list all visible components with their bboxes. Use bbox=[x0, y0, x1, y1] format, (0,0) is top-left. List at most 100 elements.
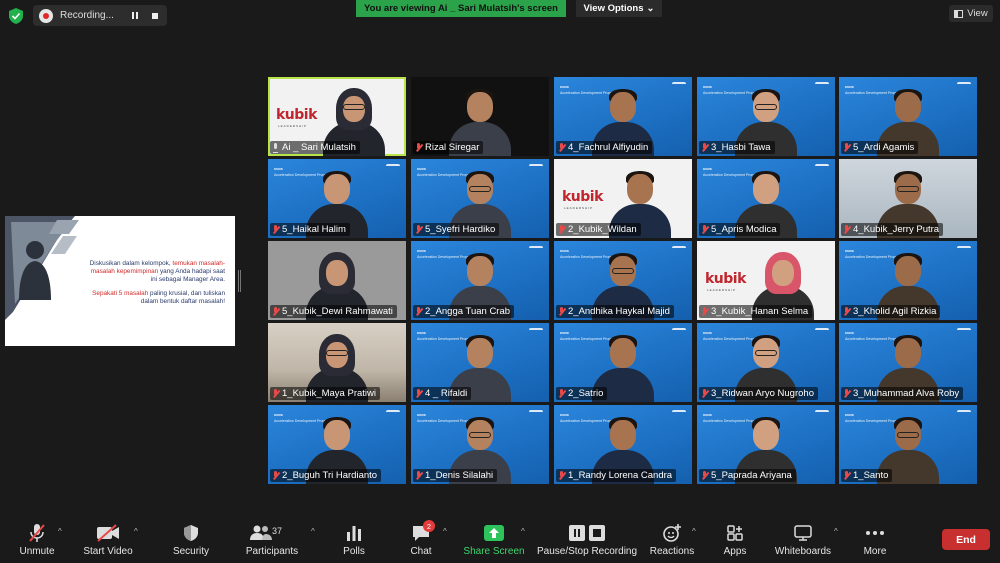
participant-name: 4_Fachrul Alfiyudin bbox=[568, 142, 649, 153]
apps-button[interactable]: Apps bbox=[720, 523, 750, 561]
panel-resize-handle[interactable] bbox=[238, 270, 241, 292]
mic-muted-icon bbox=[272, 224, 279, 235]
participant-name-tag: 5_Apris Modica bbox=[699, 223, 781, 236]
participant-tile[interactable]: aruna Acceleration Development Program 3_M… bbox=[839, 323, 977, 402]
chat-icon: 2 bbox=[409, 520, 435, 543]
security-button[interactable]: Security bbox=[170, 523, 212, 561]
logo-mark-icon bbox=[529, 246, 543, 254]
shared-screen-thumbnail[interactable]: Diskusikan dalam kelompok, temukan masal… bbox=[5, 216, 235, 346]
kubik-logo: kubik bbox=[276, 107, 317, 123]
participant-tile[interactable]: aruna Acceleration Development Program 4_F… bbox=[554, 77, 692, 156]
logo-mark-icon bbox=[815, 410, 829, 418]
pause-recording-button[interactable] bbox=[128, 9, 142, 23]
mic-muted-icon bbox=[558, 388, 565, 399]
participant-tile[interactable]: aruna Acceleration Development Program 1_S… bbox=[839, 405, 977, 484]
participant-name: Rizal Siregar bbox=[425, 142, 480, 153]
participant-tile[interactable]: kubik LEADERSHIP 3_Kubik_Hanan Selma bbox=[697, 241, 835, 320]
participant-tile[interactable]: aruna Acceleration Development Program 1_D… bbox=[411, 405, 549, 484]
polls-button[interactable]: Polls bbox=[336, 523, 372, 561]
unmute-button[interactable]: Unmute bbox=[16, 523, 58, 561]
pause-stop-icon bbox=[567, 523, 607, 543]
participant-tile[interactable]: aruna Acceleration Development Program 3_H… bbox=[697, 77, 835, 156]
recording-label: Recording... bbox=[60, 10, 114, 21]
viewing-screen-banner: You are viewing Ai _ Sari Mulatsih's scr… bbox=[356, 0, 566, 17]
participant-name: 3_Hasbi Tawa bbox=[711, 142, 771, 153]
participant-name: 2_Kubik_Wildan bbox=[568, 224, 637, 235]
share-screen-label: Share Screen bbox=[463, 546, 525, 557]
share-options-caret[interactable]: ^ bbox=[521, 527, 525, 536]
mic-muted-icon bbox=[558, 142, 565, 153]
participants-button[interactable]: 37 Participants bbox=[244, 523, 300, 561]
participant-tile[interactable]: 5_Kubik_Dewi Rahmawati bbox=[268, 241, 406, 320]
participant-tile[interactable]: aruna Acceleration Development Program 2_A… bbox=[554, 241, 692, 320]
participant-tile[interactable]: Rizal Siregar bbox=[411, 77, 549, 156]
participant-tile[interactable]: aruna Acceleration Development Program 5_P… bbox=[697, 405, 835, 484]
participant-name-tag: Rizal Siregar bbox=[413, 141, 484, 154]
start-video-button[interactable]: Start Video bbox=[82, 523, 134, 561]
participant-name: 2_Satrio bbox=[568, 388, 604, 399]
logo-mark-icon bbox=[957, 410, 971, 418]
whiteboards-button[interactable]: Whiteboards bbox=[774, 523, 832, 561]
participant-tile[interactable]: aruna Acceleration Development Program 3_R… bbox=[697, 323, 835, 402]
pause-stop-recording-button[interactable]: Pause/Stop Recording bbox=[536, 523, 638, 561]
participant-tile[interactable]: aruna Acceleration Development Program 5_S… bbox=[411, 159, 549, 238]
recording-indicator: Recording... bbox=[33, 5, 167, 26]
participant-tile[interactable]: kubik LEADERSHIP 2_Kubik_Wildan bbox=[554, 159, 692, 238]
reactions-button[interactable]: Reactions bbox=[650, 523, 694, 561]
participant-name-tag: 2_Angga Tuan Crab bbox=[413, 305, 515, 318]
participants-icon: 37 bbox=[250, 523, 294, 543]
logo-mark-icon bbox=[529, 164, 543, 172]
more-button[interactable]: More bbox=[860, 523, 890, 561]
participants-options-caret[interactable]: ^ bbox=[311, 527, 315, 536]
apps-label: Apps bbox=[723, 546, 747, 557]
participant-tile[interactable]: aruna Acceleration Development Program 5_A… bbox=[697, 159, 835, 238]
audio-options-caret[interactable]: ^ bbox=[58, 527, 62, 536]
security-shield-icon bbox=[179, 523, 203, 543]
participant-tile[interactable]: aruna Acceleration Development Program 2_B… bbox=[268, 405, 406, 484]
participant-name-tag: 5_Syefri Hardiko bbox=[413, 223, 500, 236]
mic-muted-icon bbox=[558, 224, 565, 235]
logo-mark-icon bbox=[529, 328, 543, 336]
whiteboards-options-caret[interactable]: ^ bbox=[834, 527, 838, 536]
participant-name-tag: Ai _ Sari Mulatsih bbox=[270, 141, 360, 154]
participant-tile[interactable]: aruna Acceleration Development Program 1_R… bbox=[554, 405, 692, 484]
shield-icon[interactable] bbox=[9, 8, 23, 24]
participant-tile[interactable]: 4_Kubik_Jerry Putra bbox=[839, 159, 977, 238]
mic-muted-icon bbox=[701, 470, 708, 481]
participant-name: 1_Denis Silalahi bbox=[425, 470, 494, 481]
mic-muted-icon bbox=[25, 523, 49, 543]
mic-muted-icon bbox=[843, 470, 850, 481]
more-label: More bbox=[863, 546, 887, 557]
view-button[interactable]: View bbox=[949, 5, 993, 22]
participant-name-tag: 3_Kholid Agil Rizkia bbox=[841, 305, 941, 318]
participant-tile[interactable]: aruna Acceleration Development Program 2_A… bbox=[411, 241, 549, 320]
meeting-toolbar: Unmute ^ Start Video ^ Security 37 Parti… bbox=[0, 517, 1000, 563]
mic-muted-icon bbox=[701, 388, 708, 399]
participant-tile[interactable]: aruna Acceleration Development Program 5_A… bbox=[839, 77, 977, 156]
video-options-caret[interactable]: ^ bbox=[134, 527, 138, 536]
participant-name-tag: 2_Kubik_Wildan bbox=[556, 223, 641, 236]
stop-recording-button[interactable] bbox=[148, 9, 162, 23]
end-meeting-button[interactable]: End bbox=[942, 529, 990, 550]
view-label: View bbox=[967, 8, 988, 19]
chat-label: Chat bbox=[410, 546, 432, 557]
kubik-tagline: LEADERSHIP bbox=[707, 288, 737, 292]
view-options-button[interactable]: View Options ⌄ bbox=[576, 0, 662, 17]
mic-muted-icon bbox=[558, 306, 565, 317]
pause-stop-label: Pause/Stop Recording bbox=[536, 546, 638, 557]
zoom-meeting-window: Recording... You are viewing Ai _ Sari M… bbox=[0, 0, 1000, 563]
share-screen-button[interactable]: Share Screen bbox=[463, 523, 525, 561]
chat-button[interactable]: 2 Chat bbox=[404, 520, 438, 561]
participant-tile[interactable]: 1_Kubik_Maya Pratiwi bbox=[268, 323, 406, 402]
participant-name-tag: 3_Ridwan Aryo Nugroho bbox=[699, 387, 818, 400]
participant-name: 4_Kubik_Jerry Putra bbox=[853, 224, 940, 235]
participant-tile[interactable]: kubik LEADERSHIP Ai _ Sari Mulatsih bbox=[268, 77, 406, 156]
participant-tile[interactable]: aruna Acceleration Development Program 2_S… bbox=[554, 323, 692, 402]
participant-tile[interactable]: aruna Acceleration Development Program 3_K… bbox=[839, 241, 977, 320]
chat-options-caret[interactable]: ^ bbox=[443, 527, 447, 536]
participant-tile[interactable]: aruna Acceleration Development Program 5_H… bbox=[268, 159, 406, 238]
reactions-options-caret[interactable]: ^ bbox=[692, 527, 696, 536]
participant-tile[interactable]: aruna Acceleration Development Program 4 _… bbox=[411, 323, 549, 402]
participant-name: Ai _ Sari Mulatsih bbox=[282, 142, 356, 153]
logo-mark-icon bbox=[815, 82, 829, 90]
